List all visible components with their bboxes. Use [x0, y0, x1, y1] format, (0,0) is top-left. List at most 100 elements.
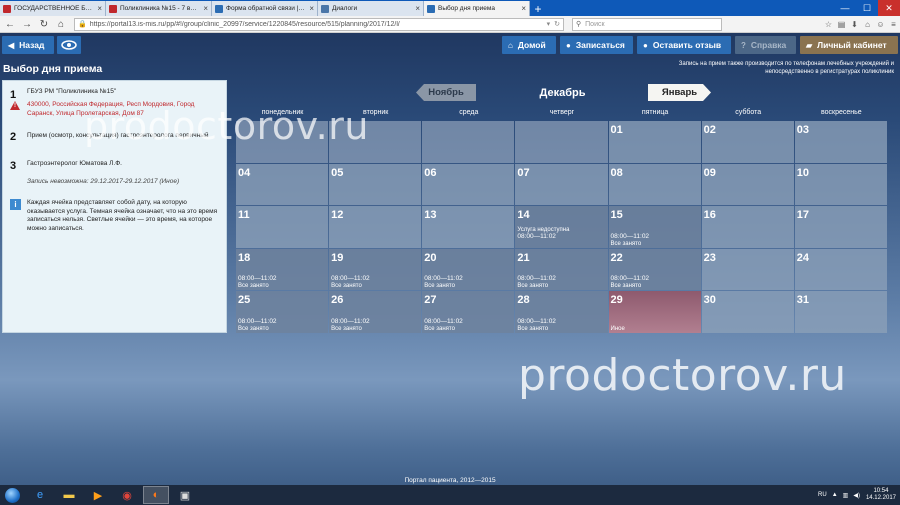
volume-icon[interactable]: ◀)	[853, 492, 860, 499]
calendar-day-cell[interactable]: 02	[701, 121, 794, 163]
maximize-icon[interactable]: ☐	[856, 0, 878, 16]
browser-tools: ☆ ▤ ⬇ ⌂ ☺ ≡	[822, 20, 900, 29]
close-window-icon[interactable]: ✕	[878, 0, 900, 16]
info-icon: i	[10, 199, 21, 210]
menu-icon[interactable]: ≡	[887, 20, 900, 29]
cabinet-button[interactable]: ▰ Личный кабинет	[800, 36, 898, 54]
search-placeholder: Поиск	[585, 20, 605, 28]
booking-unavailable-note: Запись невозможна: 29.12.2017-29.12.2017…	[27, 178, 180, 185]
calendar-day-cell[interactable]: 28 08:00—11:02 Все занято	[515, 291, 608, 333]
day-hours: 08:00—11:02	[238, 317, 277, 325]
calendar-day-cell[interactable]: 18 08:00—11:02 Все занято	[236, 248, 329, 291]
day-number: 31	[796, 294, 809, 307]
new-tab-button[interactable]: +	[530, 1, 546, 16]
calendar-day-cell[interactable]: 20 08:00—11:02 Все занято	[422, 248, 515, 291]
home-button[interactable]: ⌂ Домой	[502, 36, 556, 54]
calendar-day-cell[interactable]: 14 Услуга недоступна 08:00—11:02	[515, 206, 608, 248]
calendar-day-cell[interactable]: 24	[794, 248, 887, 291]
calendar-day-cell[interactable]: 17	[794, 206, 887, 248]
media-player-icon[interactable]: ▶	[85, 486, 111, 504]
search-icon: ⚲	[576, 21, 582, 28]
calendar-day-cell[interactable]: 04	[236, 163, 329, 206]
calendar-day-cell[interactable]: 11	[236, 206, 329, 248]
reload-icon[interactable]: ↻	[37, 17, 51, 31]
home-button-icon[interactable]: ⌂	[861, 20, 874, 29]
calendar-day-cell[interactable]: 31	[794, 291, 887, 333]
calendar-day-cell[interactable]: 12	[329, 206, 422, 248]
user-icon[interactable]: ☺	[874, 20, 887, 29]
close-tab-icon[interactable]: ×	[309, 4, 314, 13]
firefox-icon[interactable]: ◐	[143, 486, 169, 504]
day-number: 13	[424, 209, 437, 222]
close-tab-icon[interactable]: ×	[415, 4, 420, 13]
search-input[interactable]: ⚲ Поиск	[572, 17, 722, 31]
help-button[interactable]: ? Справка	[735, 36, 796, 54]
page-title: Выбор дня приема	[3, 63, 103, 75]
back-label: Назад	[19, 40, 45, 50]
browser-tab[interactable]: Форма обратной связи | "Поли×	[212, 1, 318, 16]
calendar-day-cell[interactable]: 27 08:00—11:02 Все занято	[422, 291, 515, 333]
address-bar[interactable]: 🔒 https://portal13.is-mis.ru/pp/#!/group…	[74, 17, 564, 31]
calendar-day-cell[interactable]: 10	[794, 163, 887, 206]
calendar-day-cell[interactable]: 26 08:00—11:02 Все занято	[329, 291, 422, 333]
windows-taskbar: e ▬ ▶ ◉ ◐ ▣ RU ▲ ▥ ◀) 10:54 14.12.2017	[0, 485, 900, 505]
next-month-button[interactable]: Январь	[648, 84, 711, 101]
calendar-day-cell[interactable]: 15 08:00—11:02 Все занято	[608, 206, 701, 248]
tray-arrow-icon[interactable]: ▲	[832, 492, 838, 498]
favicon-icon	[321, 4, 329, 13]
star-icon[interactable]: ☆	[822, 20, 835, 29]
calendar-day-cell[interactable]: 25 08:00—11:02 Все занято	[236, 291, 329, 333]
calendar-day-cell[interactable]: 22 08:00—11:02 Все занято	[608, 248, 701, 291]
calendar-day-cell[interactable]: 29 Иное	[608, 291, 701, 333]
calendar-day-cell[interactable]: 08	[608, 163, 701, 206]
calendar-day-cell[interactable]: 13	[422, 206, 515, 248]
calendar-day-cell[interactable]: 09	[701, 163, 794, 206]
bookmarks-icon[interactable]: ▤	[835, 20, 848, 29]
day-availability: Все занято	[331, 325, 362, 332]
browser-tab[interactable]: Диалоги ×	[318, 1, 424, 16]
back-button[interactable]: ◀ Назад	[2, 36, 54, 54]
calendar-day-cell[interactable]: 05	[329, 163, 422, 206]
close-tab-icon[interactable]: ×	[203, 4, 208, 13]
day-availability: Все занято	[331, 283, 362, 290]
download-icon[interactable]: ⬇	[848, 20, 861, 29]
calendar-day-cell[interactable]: 16	[701, 206, 794, 248]
reload-small-icon[interactable]: ↻	[554, 20, 560, 28]
day-hours: 08:00—11:02	[517, 232, 556, 240]
calendar-day-cell[interactable]: 30	[701, 291, 794, 333]
calendar-day-cell[interactable]: 23	[701, 248, 794, 291]
sign-up-button[interactable]: ● Записаться	[560, 36, 633, 54]
calendar-day-cell[interactable]: 19 08:00—11:02 Все занято	[329, 248, 422, 291]
day-hours: Иное	[610, 325, 625, 332]
day-hours: 08:00—11:02	[517, 317, 556, 325]
calendar-day-cell[interactable]: 01	[608, 121, 701, 163]
forward-arrow-icon[interactable]: →	[20, 17, 34, 31]
language-indicator[interactable]: RU	[818, 492, 827, 498]
start-button[interactable]	[0, 485, 24, 505]
minimize-icon[interactable]: —	[834, 0, 856, 16]
network-icon[interactable]: ▥	[843, 492, 849, 499]
calendar-day-cell[interactable]: 03	[794, 121, 887, 163]
weekday-label: четверг	[549, 109, 575, 116]
feedback-button[interactable]: ● Оставить отзыв	[637, 36, 731, 54]
close-tab-icon[interactable]: ×	[97, 4, 102, 13]
window-switcher-icon[interactable]: ▣	[172, 486, 198, 504]
home-icon[interactable]: ⌂	[54, 17, 68, 31]
prev-month-button[interactable]: Ноябрь	[416, 84, 476, 101]
browser-tab[interactable]: Поликлиника №15 - 7 врачей ×	[106, 1, 212, 16]
accessibility-button[interactable]	[57, 36, 81, 54]
clock[interactable]: 10:54 14.12.2017	[866, 488, 896, 502]
back-arrow-icon[interactable]: ←	[3, 17, 17, 31]
chrome-icon[interactable]: ◉	[114, 486, 140, 504]
close-tab-icon[interactable]: ×	[521, 4, 526, 13]
browser-tab[interactable]: Выбор дня приема ×	[424, 1, 530, 16]
calendar-day-cell[interactable]: 06	[422, 163, 515, 206]
calendar-day-cell[interactable]: 07	[515, 163, 608, 206]
calendar-week-row: 11 12 13 14 Услуга недоступна 08:00—11:02 15 08…	[236, 206, 888, 249]
browser-tab[interactable]: ГОСУДАРСТВЕННОЕ БЮДЖЕТ×	[0, 1, 106, 16]
day-availability: Все занято	[238, 325, 269, 332]
calendar-day-cell[interactable]: 21 08:00—11:02 Все занято	[515, 248, 608, 291]
ie-icon[interactable]: e	[27, 486, 53, 504]
dropdown-icon[interactable]: ▾	[547, 20, 551, 28]
folder-icon[interactable]: ▬	[56, 486, 82, 504]
